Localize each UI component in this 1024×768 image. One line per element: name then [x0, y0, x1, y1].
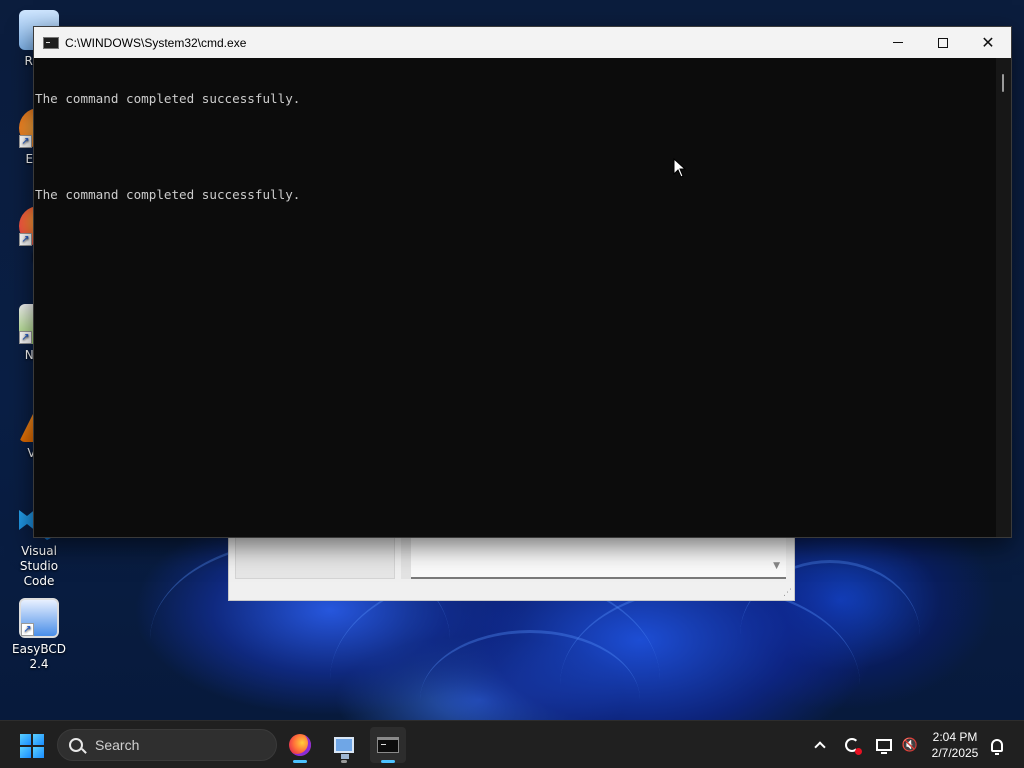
desktop-icon-label: Visual Studio [19, 544, 59, 573]
chevron-up-icon [814, 741, 826, 753]
minimize-icon [893, 42, 903, 43]
maximize-icon [938, 37, 948, 48]
volume-muted-icon: 🔇 [901, 737, 919, 753]
dialog-divider [401, 537, 411, 579]
background-dialog[interactable]: ▼ ⋰ [228, 530, 795, 601]
network-icon [876, 739, 892, 754]
minimize-button[interactable] [875, 27, 921, 58]
shortcut-arrow-icon: ↗ [21, 623, 34, 636]
dialog-left-pane [235, 537, 395, 579]
running-indicator [341, 760, 347, 763]
tray-volume-button[interactable]: 🔇 [898, 721, 922, 768]
show-hidden-icons-button[interactable] [808, 721, 832, 768]
close-icon: ✕ [981, 32, 995, 52]
clock-date: 2/7/2025 [931, 746, 979, 760]
tray-update-button[interactable] [840, 721, 864, 768]
window-title: C:\WINDOWS\System32\cmd.exe [65, 35, 247, 50]
cmd-app-icon [43, 36, 59, 49]
terminal-line: The command completed successfully. [35, 187, 301, 202]
active-indicator [381, 760, 395, 763]
bell-icon [991, 738, 1003, 755]
easybcd-icon: ↗ [19, 598, 59, 638]
notifications-button[interactable] [986, 721, 1008, 768]
running-indicator [293, 760, 307, 763]
clock-time: 2:04 PM [932, 730, 978, 744]
dropdown-arrow-icon[interactable]: ▼ [773, 561, 780, 571]
start-button[interactable] [20, 734, 44, 758]
taskbar-app-cmd[interactable] [370, 727, 406, 763]
network-computer-icon [334, 737, 354, 759]
shortcut-arrow-icon: ↗ [19, 233, 32, 246]
vertical-scrollbar[interactable] [996, 58, 1011, 537]
terminal-line: The command completed successfully. [35, 91, 301, 106]
taskbar-app-network[interactable] [326, 727, 362, 763]
scrollbar-thumb[interactable] [1002, 74, 1004, 92]
cmd-window[interactable]: C:\WINDOWS\System32\cmd.exe ✕ The comman… [33, 26, 1012, 538]
tray-clock[interactable]: 2:04 PM 2/7/2025 [924, 721, 986, 768]
shortcut-arrow-icon: ↗ [19, 135, 32, 148]
taskbar-app-firefox[interactable] [282, 727, 318, 763]
close-button[interactable]: ✕ [965, 27, 1011, 58]
search-icon [69, 738, 83, 752]
taskbar-search[interactable]: Search [57, 729, 277, 761]
desktop-icon-label: EasyBCD 2.4 [12, 642, 66, 671]
cmd-icon [377, 737, 399, 753]
tray-network-button[interactable] [872, 721, 896, 768]
desktop-icon-label: Code [23, 574, 55, 588]
taskbar: Search 🔇 2:04 PM 2/7/2025 [0, 720, 1024, 768]
shortcut-arrow-icon: ↗ [19, 331, 32, 344]
windows-logo-icon [20, 734, 31, 745]
sync-alert-icon [845, 738, 862, 755]
firefox-icon [289, 734, 311, 756]
terminal-output[interactable]: The command completed successfully. The … [34, 58, 996, 537]
maximize-button[interactable] [920, 27, 966, 58]
dialog-dropdown[interactable] [411, 537, 786, 579]
search-label: Search [95, 737, 140, 753]
resize-grip-icon[interactable]: ⋰ [783, 588, 792, 598]
cmd-titlebar[interactable]: C:\WINDOWS\System32\cmd.exe ✕ [34, 27, 1011, 58]
desktop-icon-easybcd[interactable]: ↗ EasyBCD 2.4 [1, 598, 77, 672]
